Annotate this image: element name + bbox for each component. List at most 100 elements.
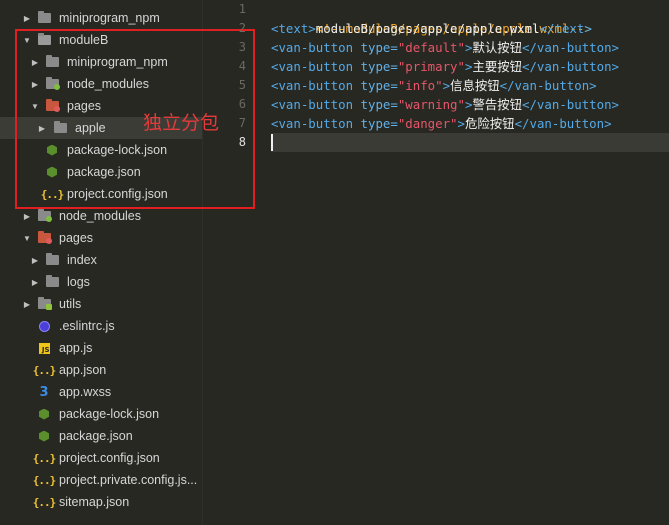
tree-item-project-private-config[interactable]: {..} project.private.config.js...: [0, 469, 202, 491]
code-text: 危险按钮: [465, 116, 515, 131]
json-file-icon: {..}: [32, 451, 56, 465]
tree-item-label: app.json: [59, 363, 107, 377]
chevron-right-icon[interactable]: ▶: [30, 57, 40, 67]
folder-node-icon: [37, 209, 52, 222]
json-file-icon: {..}: [32, 495, 56, 509]
line-number: 6: [238, 97, 246, 111]
tree-item-label: app.wxss: [59, 385, 112, 399]
line-number: 7: [238, 116, 246, 130]
tree-item-label: package.json: [59, 429, 133, 443]
tree-item-label: pages: [59, 231, 94, 245]
code-text: 默认按钮: [472, 40, 523, 55]
code-attr: type=: [360, 116, 398, 131]
folder-open-icon: [37, 33, 51, 46]
chevron-down-icon[interactable]: ▼: [22, 35, 32, 45]
code-line-6: <van-button type="warning">警告按钮</van-but…: [271, 95, 619, 114]
code-tag: </van-button>: [522, 59, 619, 74]
tree-item-package[interactable]: package.json: [0, 425, 202, 447]
tree-item-moduleb-miniprogram-npm[interactable]: ▶ miniprogram_npm: [0, 51, 202, 73]
node-file-icon: [45, 144, 59, 156]
tree-item-label: logs: [67, 275, 90, 289]
file-explorer: ▶ miniprogram_npm ▼ moduleB ▶ miniprogra…: [0, 0, 203, 525]
tree-item-miniprogram-npm[interactable]: ▶ miniprogram_npm: [0, 7, 202, 29]
code-editor[interactable]: <!--moduleB/pages/apple/apple.wxml--> <t…: [271, 0, 669, 525]
code-line-5: <van-button type="info">信息按钮</van-button…: [271, 76, 597, 95]
tree-item-eslintrc[interactable]: .eslintrc.js: [0, 315, 202, 337]
code-line-1: <!--moduleB/pages/apple/apple.wxml-->: [271, 0, 592, 36]
code-attr: type=: [360, 59, 398, 74]
chevron-down-icon[interactable]: ▼: [30, 101, 40, 111]
tree-item-label: app.js: [59, 341, 93, 355]
tree-item-moduleb-package[interactable]: package.json: [0, 161, 202, 183]
tree-item-logs[interactable]: ▶ logs: [0, 271, 202, 293]
code-line-3: <van-button type="default">默认按钮</van-but…: [271, 38, 619, 57]
code-line-4: <van-button type="primary">主要按钮</van-but…: [271, 57, 619, 76]
json-file-icon: {..}: [32, 473, 56, 487]
tree-item-app-json[interactable]: {..} app.json: [0, 359, 202, 381]
chevron-right-icon[interactable]: ▶: [30, 255, 40, 265]
code-string: "danger": [397, 116, 458, 131]
tree-item-label: moduleB: [59, 33, 109, 47]
code-attr: type=: [360, 78, 398, 93]
code-text: 主要按钮: [472, 59, 523, 74]
node-file-icon: [37, 408, 51, 420]
tree-item-label: project.config.json: [67, 187, 168, 201]
js-file-icon: JS: [37, 342, 51, 354]
code-attr: type=: [360, 97, 398, 112]
tree-item-label: miniprogram_npm: [67, 55, 168, 69]
tree-item-label: package-lock.json: [59, 407, 160, 421]
tree-item-moduleb-node-modules[interactable]: ▶ node_modules: [0, 73, 202, 95]
code-text: 警告按钮: [472, 97, 523, 112]
tree-item-node-modules[interactable]: ▶ node_modules: [0, 205, 202, 227]
code-tag: >: [442, 78, 451, 93]
chevron-right-icon[interactable]: ▶: [22, 13, 32, 23]
tree-item-package-lock[interactable]: package-lock.json: [0, 403, 202, 425]
eslint-file-icon: [37, 320, 51, 332]
code-string: "warning": [397, 97, 465, 112]
code-tag: </van-button>: [514, 116, 612, 131]
tree-item-moduleb-project-config[interactable]: {..} project.config.json: [0, 183, 202, 205]
tree-item-label: project.private.config.js...: [59, 473, 198, 487]
tree-item-utils[interactable]: ▶ utils: [0, 293, 202, 315]
json-file-icon: {..}: [32, 363, 56, 377]
tree-item-moduleb-package-lock[interactable]: package-lock.json: [0, 139, 202, 161]
code-tag: </text>: [539, 21, 592, 36]
tree-item-index[interactable]: ▶ index: [0, 249, 202, 271]
chevron-right-icon[interactable]: ▶: [30, 79, 40, 89]
tree-item-label: package-lock.json: [67, 143, 168, 157]
tree-item-label: package.json: [67, 165, 141, 179]
chevron-right-icon[interactable]: ▶: [37, 123, 47, 133]
chevron-right-icon[interactable]: ▶: [22, 299, 32, 309]
tree-item-sitemap[interactable]: {..} sitemap.json: [0, 491, 202, 513]
folder-pages-icon: [37, 231, 52, 244]
code-text: 信息按钮: [450, 78, 500, 93]
code-tag: <van-button: [271, 40, 361, 55]
node-file-icon: [37, 430, 51, 442]
tree-item-label: apple: [75, 121, 106, 135]
chevron-right-icon[interactable]: ▶: [22, 211, 32, 221]
tree-item-label: node_modules: [67, 77, 150, 91]
tree-item-app-js[interactable]: JS app.js: [0, 337, 202, 359]
line-number: 3: [238, 40, 246, 54]
tree-item-label: sitemap.json: [59, 495, 130, 509]
tree-item-label: utils: [59, 297, 82, 311]
folder-icon: [45, 275, 59, 288]
ide-window: ▶ miniprogram_npm ▼ moduleB ▶ miniprogra…: [0, 0, 669, 525]
tree-item-moduleb[interactable]: ▼ moduleB: [0, 29, 202, 51]
code-tag: <van-button: [271, 97, 361, 112]
tree-item-project-config[interactable]: {..} project.config.json: [0, 447, 202, 469]
chevron-right-icon[interactable]: ▶: [30, 277, 40, 287]
folder-utils-icon: [37, 297, 52, 310]
tree-item-label: .eslintrc.js: [59, 319, 115, 333]
text-cursor: [271, 134, 273, 151]
tree-item-pages[interactable]: ▼ pages: [0, 227, 202, 249]
tree-item-label: index: [67, 253, 97, 267]
tree-item-label: node_modules: [59, 209, 142, 223]
code-string: "default": [397, 40, 465, 55]
line-number: 5: [238, 78, 246, 92]
folder-icon: [45, 253, 59, 266]
json-file-icon: {..}: [40, 187, 64, 201]
line-number: 4: [238, 59, 246, 73]
tree-item-app-wxss[interactable]: 3 app.wxss: [0, 381, 202, 403]
chevron-down-icon[interactable]: ▼: [22, 233, 32, 243]
